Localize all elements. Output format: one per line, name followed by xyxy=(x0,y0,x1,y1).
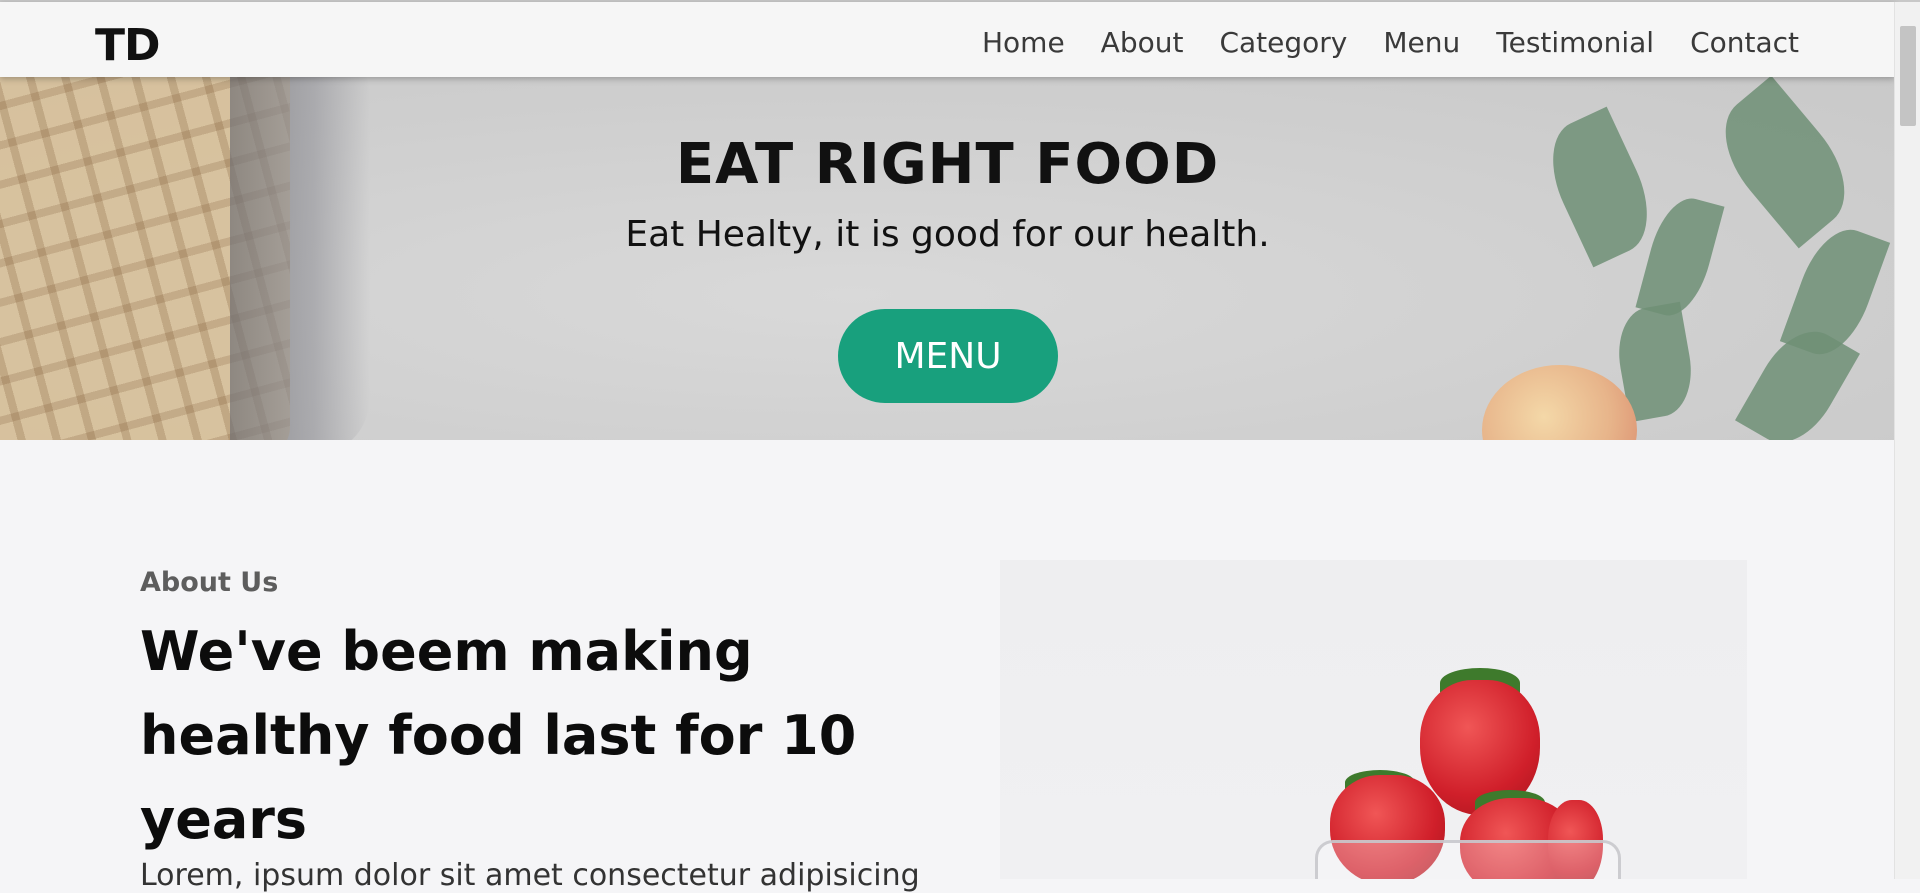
glass-jar xyxy=(1315,840,1621,879)
hero-subtitle: Eat Healty, it is good for our health. xyxy=(625,214,1270,255)
menu-button[interactable]: MENU xyxy=(838,309,1058,403)
scrollbar-thumb[interactable] xyxy=(1900,26,1916,126)
nav-link-contact[interactable]: Contact xyxy=(1690,26,1799,59)
nav-link-category[interactable]: Category xyxy=(1219,26,1347,59)
hero-title: EAT RIGHT FOOD xyxy=(675,132,1220,197)
hero-banner: EAT RIGHT FOOD Eat Healty, it is good fo… xyxy=(0,77,1895,440)
site-logo[interactable]: TD xyxy=(95,20,161,71)
nav-link-menu[interactable]: Menu xyxy=(1383,26,1460,59)
about-kicker: About Us xyxy=(140,567,279,598)
nav-link-about[interactable]: About xyxy=(1101,26,1184,59)
vertical-scrollbar[interactable] xyxy=(1894,2,1920,879)
about-heading: We've beem making healthy food last for … xyxy=(140,620,857,851)
main-nav: Home About Category Menu Testimonial Con… xyxy=(982,26,1799,59)
strawberry-image xyxy=(1000,560,1747,879)
hero-apple-image xyxy=(1482,365,1637,440)
nav-link-testimonial[interactable]: Testimonial xyxy=(1496,26,1654,59)
about-text: Lorem, ipsum dolor sit amet consectetur … xyxy=(140,858,920,893)
navbar: TD Home About Category Menu Testimonial … xyxy=(0,2,1895,77)
nav-link-home[interactable]: Home xyxy=(982,26,1065,59)
